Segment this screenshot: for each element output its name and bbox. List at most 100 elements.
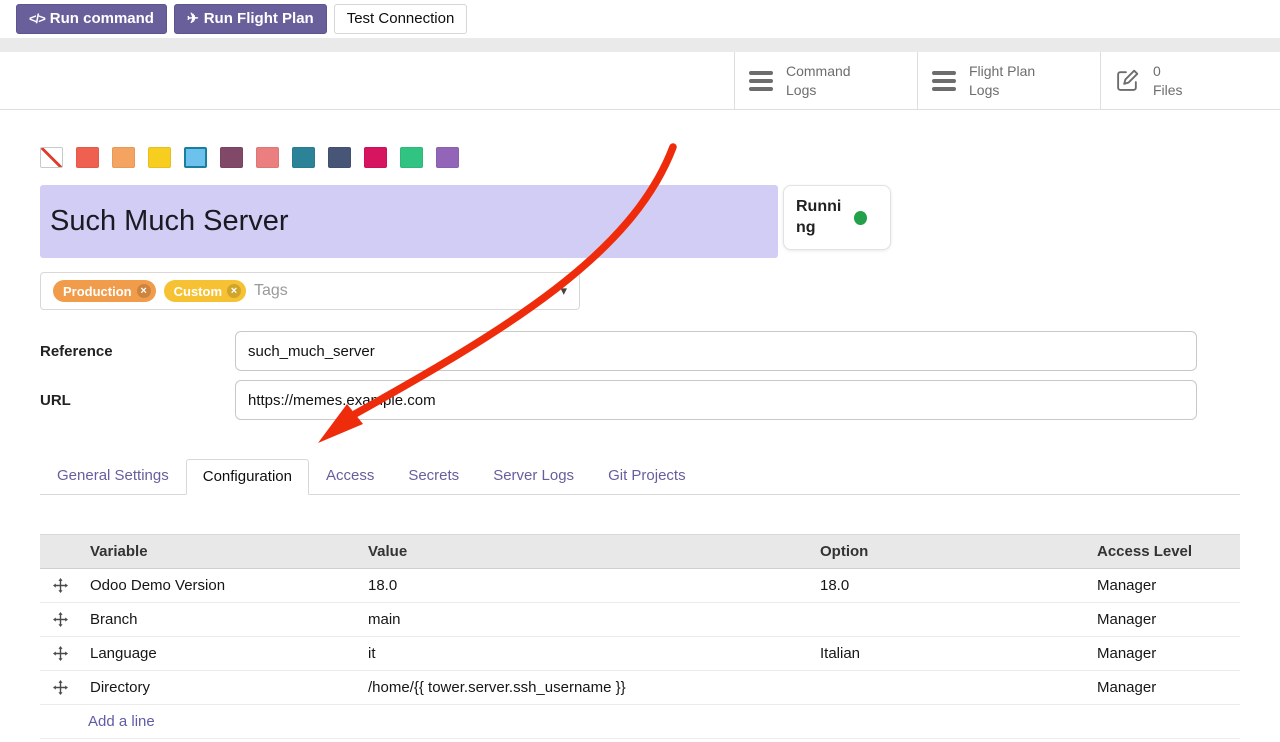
flight-plan-logs-button[interactable]: Flight Plan Logs (917, 52, 1100, 109)
test-connection-label: Test Connection (347, 11, 455, 28)
cell-value[interactable]: 18.0 (358, 569, 810, 603)
reference-row: Reference such_much_server (40, 331, 1240, 371)
color-swatch-salmon[interactable] (256, 147, 279, 168)
cell-variable[interactable]: Language (80, 637, 358, 671)
tab-server-logs[interactable]: Server Logs (476, 458, 591, 494)
tag-pill-production[interactable]: Production × (53, 280, 156, 302)
cell-access-level[interactable]: Manager (1087, 569, 1240, 603)
divider-strip (0, 38, 1280, 52)
list-icon (932, 71, 956, 91)
column-header-value: Value (358, 535, 810, 569)
cell-variable[interactable]: Branch (80, 603, 358, 637)
files-button[interactable]: 0 Files (1100, 52, 1280, 109)
tag-label: Custom (174, 284, 222, 299)
status-label: Running (796, 197, 846, 239)
cell-option[interactable]: 18.0 (810, 569, 1087, 603)
tags-input[interactable]: Production × Custom × Tags ▾ (40, 272, 580, 310)
add-line-row: Add a line (40, 705, 1240, 739)
table-header-row: Variable Value Option Access Level (40, 535, 1240, 569)
cell-access-level[interactable]: Manager (1087, 671, 1240, 705)
variables-table: Variable Value Option Access Level Odoo … (40, 534, 1240, 739)
code-icon: </> (29, 12, 45, 26)
color-swatch-dark-purple[interactable] (220, 147, 243, 168)
flight-plan-logs-label: Flight Plan Logs (969, 62, 1035, 100)
tag-label: Production (63, 284, 132, 299)
status-button[interactable]: Running (783, 185, 891, 250)
status-indicator-dot (854, 211, 867, 225)
tag-remove-icon[interactable]: × (227, 284, 241, 298)
url-input[interactable]: https://memes.example.com (235, 380, 1197, 420)
command-logs-label: Command Logs (786, 62, 851, 100)
color-swatch-none[interactable] (40, 147, 63, 168)
dropdown-caret-icon[interactable]: ▾ (560, 283, 567, 299)
color-swatch-purple[interactable] (436, 147, 459, 168)
cell-variable[interactable]: Odoo Demo Version (80, 569, 358, 603)
cell-value[interactable]: it (358, 637, 810, 671)
color-swatch-fuchsia[interactable] (364, 147, 387, 168)
run-flight-plan-label: Run Flight Plan (204, 11, 314, 28)
color-swatch-medium-blue[interactable] (292, 147, 315, 168)
list-icon (749, 71, 773, 91)
color-swatch-dark-blue[interactable] (328, 147, 351, 168)
column-header-variable: Variable (80, 535, 358, 569)
run-command-label: Run command (50, 11, 154, 28)
reference-label: Reference (40, 343, 235, 360)
tab-configuration[interactable]: Configuration (186, 459, 309, 495)
files-count: 0 (1153, 62, 1183, 81)
handle-column-header (40, 535, 80, 569)
tab-secrets[interactable]: Secrets (391, 458, 476, 494)
notebook-tabs: General Settings Configuration Access Se… (40, 458, 1240, 495)
cell-option[interactable] (810, 603, 1087, 637)
tag-remove-icon[interactable]: × (137, 284, 151, 298)
test-connection-button[interactable]: Test Connection (334, 4, 468, 35)
table-row[interactable]: Directory /home/{{ tower.server.ssh_user… (40, 671, 1240, 705)
cell-value[interactable]: /home/{{ tower.server.ssh_username }} (358, 671, 810, 705)
tab-git-projects[interactable]: Git Projects (591, 458, 703, 494)
url-row: URL https://memes.example.com (40, 380, 1240, 420)
tab-access[interactable]: Access (309, 458, 391, 494)
column-header-access-level: Access Level (1087, 535, 1240, 569)
tag-pill-custom[interactable]: Custom × (164, 280, 246, 302)
cell-access-level[interactable]: Manager (1087, 637, 1240, 671)
color-swatch-orange[interactable] (112, 147, 135, 168)
server-name-input[interactable]: Such Much Server (40, 185, 778, 258)
url-label: URL (40, 392, 235, 409)
table-row[interactable]: Odoo Demo Version 18.0 18.0 Manager (40, 569, 1240, 603)
drag-handle[interactable] (40, 569, 80, 603)
table-row[interactable]: Language it Italian Manager (40, 637, 1240, 671)
cell-variable[interactable]: Directory (80, 671, 358, 705)
files-label: 0 Files (1153, 62, 1183, 100)
label-line: Logs (969, 81, 1035, 100)
drag-handle[interactable] (40, 671, 80, 705)
title-row: Such Much Server Running (40, 185, 1240, 258)
tags-placeholder: Tags (254, 282, 288, 300)
drag-handle[interactable] (40, 637, 80, 671)
move-icon (53, 612, 68, 627)
color-swatch-red[interactable] (76, 147, 99, 168)
label-line: Files (1153, 81, 1183, 100)
tab-general-settings[interactable]: General Settings (40, 458, 186, 494)
cell-option[interactable] (810, 671, 1087, 705)
color-swatch-yellow[interactable] (148, 147, 171, 168)
label-line: Flight Plan (969, 62, 1035, 81)
drag-handle[interactable] (40, 603, 80, 637)
table-row[interactable]: Branch main Manager (40, 603, 1240, 637)
run-flight-plan-button[interactable]: ✈ Run Flight Plan (174, 4, 327, 35)
command-logs-button[interactable]: Command Logs (734, 52, 917, 109)
cell-option[interactable]: Italian (810, 637, 1087, 671)
run-command-button[interactable]: </> Run command (16, 4, 167, 35)
label-line: Logs (786, 81, 851, 100)
color-swatch-green[interactable] (400, 147, 423, 168)
color-swatch-light-blue[interactable] (184, 147, 207, 168)
move-icon (53, 680, 68, 695)
reference-input[interactable]: such_much_server (235, 331, 1197, 371)
label-line: Command (786, 62, 851, 81)
cell-access-level[interactable]: Manager (1087, 603, 1240, 637)
column-header-option: Option (810, 535, 1087, 569)
add-a-line-link[interactable]: Add a line (88, 713, 155, 730)
edit-icon (1115, 68, 1140, 93)
plane-icon: ✈ (187, 11, 199, 26)
move-icon (53, 578, 68, 593)
cell-value[interactable]: main (358, 603, 810, 637)
color-picker (40, 147, 1240, 168)
